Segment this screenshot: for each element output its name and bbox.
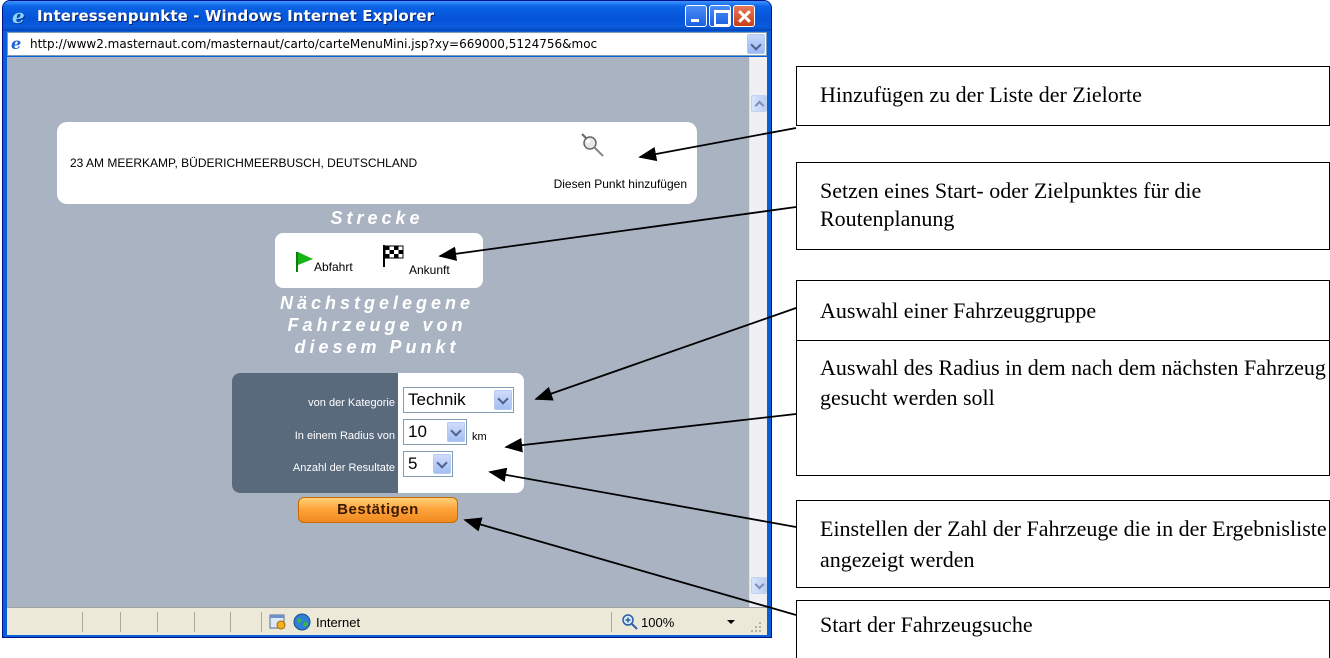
status-bar: Internet 100% (7, 607, 767, 635)
results-count-value: 5 (408, 454, 418, 473)
nearest-title-line-2: Fahrzeuge von (287, 315, 467, 335)
zoom-level[interactable]: 100% (641, 615, 674, 630)
title-bar[interactable]: e Interessenpunkte - Windows Internet Ex… (3, 1, 771, 31)
close-button[interactable] (733, 5, 755, 27)
status-separator (230, 612, 231, 632)
results-count-select[interactable]: 5 (403, 451, 453, 477)
minimize-button[interactable] (685, 5, 707, 27)
zoom-dropdown-icon[interactable] (727, 620, 735, 624)
page-icon: e (11, 34, 22, 53)
address-bar[interactable]: e http://www2.masternaut.com/masternaut/… (7, 32, 767, 56)
address-dropdown-button[interactable] (747, 34, 765, 54)
zoom-icon[interactable] (622, 614, 638, 630)
window-title: Interessenpunkte - Windows Internet Expl… (37, 7, 435, 25)
green-flag-icon[interactable] (295, 251, 315, 273)
maximize-button[interactable] (709, 5, 731, 27)
nearest-vehicles-title: Nächstgelegene Fahrzeuge von diesem Punk… (47, 292, 707, 358)
status-separator (194, 612, 195, 632)
pushpin-icon[interactable] (577, 130, 607, 160)
route-card: Abfahrt Ankunft (275, 233, 483, 288)
callout-route-points: Setzen eines Start- oder Zielpunktes für… (796, 162, 1330, 250)
protected-mode-icon[interactable] (269, 614, 286, 630)
ie-window: e Interessenpunkte - Windows Internet Ex… (2, 0, 772, 638)
chevron-down-icon[interactable] (447, 422, 465, 442)
checkered-flag-icon[interactable] (382, 244, 406, 268)
add-point-link[interactable]: Diesen Punkt hinzufügen (554, 177, 687, 191)
status-separator (611, 612, 612, 632)
search-form-panel: von der Kategorie In einem Radius von An… (232, 373, 524, 493)
confirm-button[interactable]: Bestätigen (298, 497, 458, 523)
chevron-down-icon[interactable] (433, 454, 451, 474)
radius-unit: km (472, 431, 487, 443)
chevron-down-icon[interactable] (494, 390, 512, 410)
nearest-title-line-1: Nächstgelegene (279, 293, 475, 313)
vertical-scrollbar[interactable] (749, 57, 767, 607)
status-separator (261, 612, 262, 632)
address-url[interactable]: http://www2.masternaut.com/masternaut/ca… (30, 36, 745, 52)
globe-icon (293, 613, 311, 631)
departure-label[interactable]: Abfahrt (314, 260, 353, 274)
nearest-title-line-3: diesem Punkt (294, 337, 460, 357)
category-select-value: Technik (408, 390, 466, 409)
security-zone-label: Internet (316, 615, 361, 630)
callout-start-search: Start der Fahrzeugsuche (796, 600, 1330, 658)
ie-logo-icon: e (12, 4, 25, 28)
category-select[interactable]: Technik (403, 387, 514, 413)
arrival-label[interactable]: Ankunft (409, 263, 450, 277)
status-separator (82, 612, 83, 632)
address-card: 23 AM MEERKAMP, BÜDERICHMEERBUSCH, DEUTS… (57, 122, 697, 204)
callout-result-count: Einstellen der Zahl der Fahrzeuge die in… (796, 500, 1330, 588)
status-separator (157, 612, 158, 632)
scroll-up-button[interactable] (751, 95, 767, 112)
scroll-down-button[interactable] (751, 577, 767, 594)
radius-label: In einem Radius von (294, 430, 395, 442)
route-section-title: Strecke (330, 208, 424, 228)
callout-radius: Auswahl des Radius in dem nach dem nächs… (796, 340, 1330, 476)
radius-select[interactable]: 10 (403, 419, 467, 445)
radius-select-value: 10 (408, 422, 427, 441)
page-content: 23 AM MEERKAMP, BÜDERICHMEERBUSCH, DEUTS… (7, 57, 767, 607)
results-count-label: Anzahl der Resultate (292, 462, 395, 474)
form-label-column: von der Kategorie In einem Radius von An… (232, 373, 398, 493)
category-label: von der Kategorie (308, 397, 395, 409)
resize-grip-icon[interactable] (750, 621, 762, 633)
callout-add-destination: Hinzufügen zu der Liste der Zielorte (796, 66, 1330, 126)
callout-vehicle-group: Auswahl einer Fahrzeuggruppe (796, 280, 1330, 340)
status-separator (120, 612, 121, 632)
address-text: 23 AM MEERKAMP, BÜDERICHMEERBUSCH, DEUTS… (70, 156, 418, 170)
